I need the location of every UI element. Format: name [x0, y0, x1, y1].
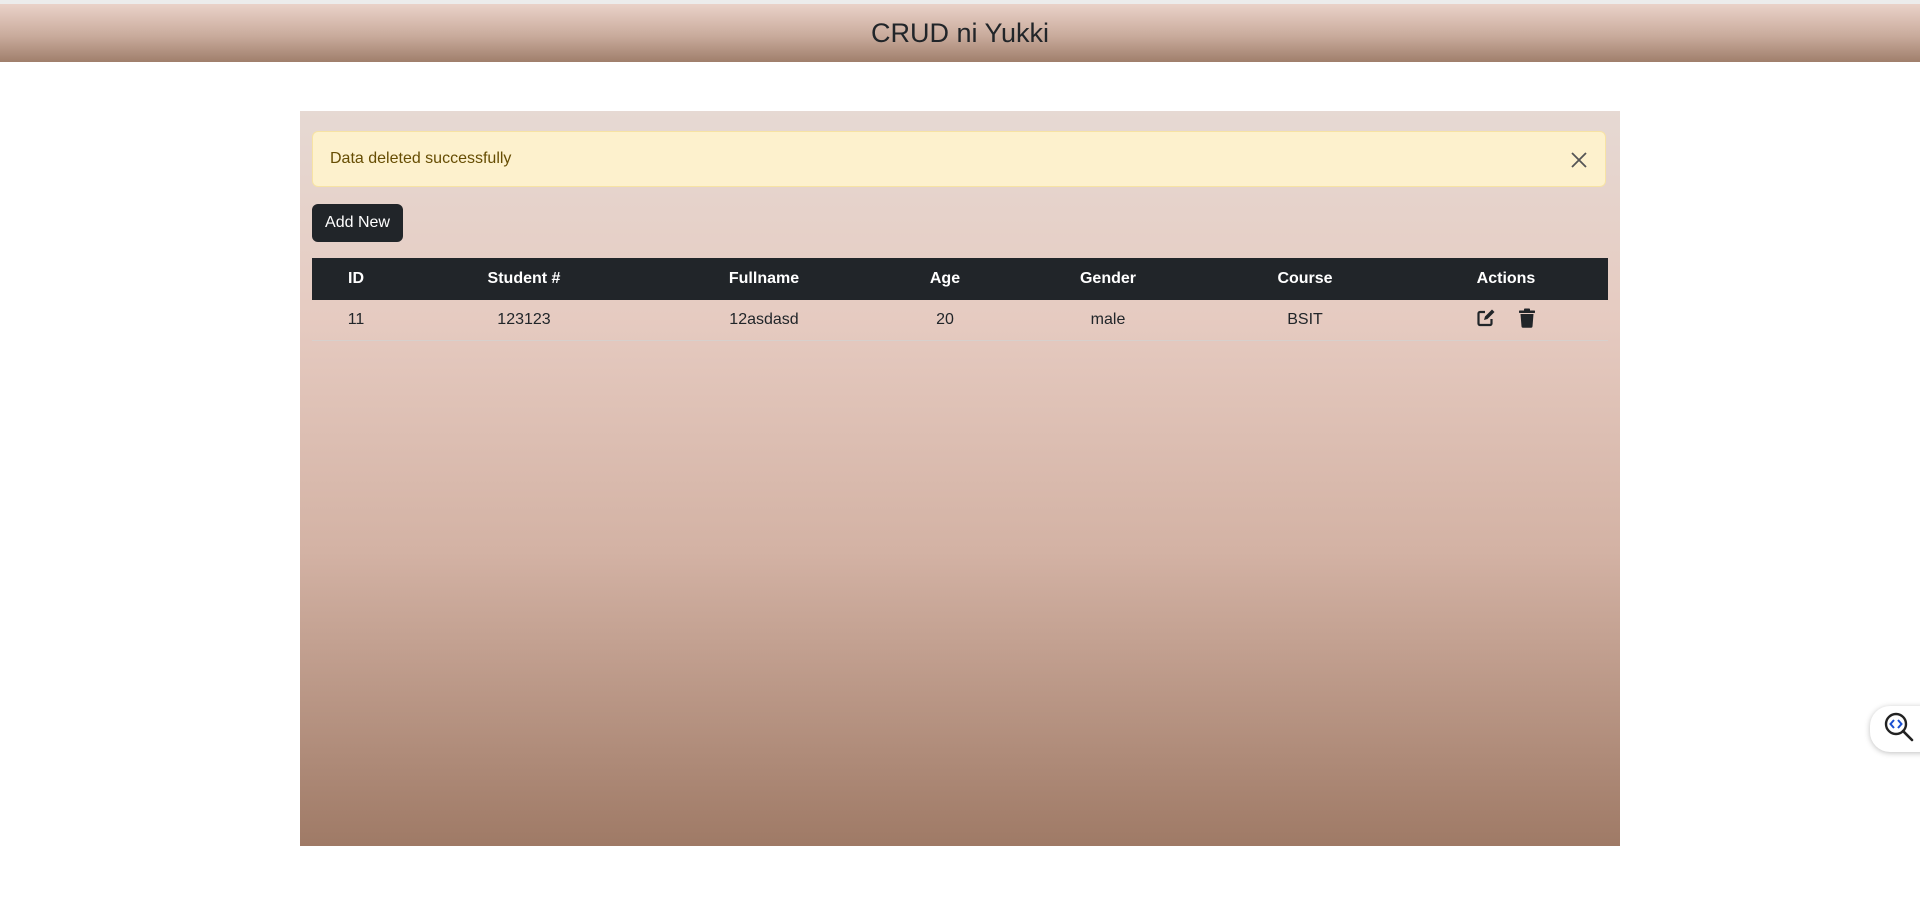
- cell-fullname: 12asdasd: [648, 300, 880, 341]
- code-search-icon: [1882, 710, 1916, 749]
- cell-age: 20: [880, 300, 1010, 341]
- floating-inspector-widget[interactable]: [1870, 706, 1920, 752]
- table-header-row: ID Student # Fullname Age Gender Course …: [312, 258, 1608, 300]
- table-row: 11 123123 12asdasd 20 male BSIT: [312, 300, 1608, 341]
- column-header-id: ID: [312, 258, 400, 300]
- success-alert: Data deleted successfully: [312, 131, 1606, 187]
- cell-gender: male: [1010, 300, 1206, 341]
- add-new-button[interactable]: Add New: [312, 204, 403, 242]
- cell-student-no: 123123: [400, 300, 648, 341]
- page-title: CRUD ni Yukki: [870, 17, 1050, 48]
- column-header-age: Age: [880, 258, 1010, 300]
- column-header-course: Course: [1206, 258, 1404, 300]
- cell-actions: [1404, 300, 1608, 341]
- edit-icon[interactable]: [1476, 308, 1496, 333]
- page-header: CRUD ni Yukki: [0, 4, 1920, 62]
- cell-id: 11: [312, 300, 400, 341]
- main-container: Data deleted successfully Add New ID Stu…: [300, 111, 1620, 846]
- students-table: ID Student # Fullname Age Gender Course …: [312, 258, 1608, 341]
- column-header-gender: Gender: [1010, 258, 1206, 300]
- column-header-student-no: Student #: [400, 258, 648, 300]
- cell-course: BSIT: [1206, 300, 1404, 341]
- close-icon[interactable]: [1569, 150, 1589, 170]
- trash-icon[interactable]: [1518, 308, 1536, 333]
- column-header-fullname: Fullname: [648, 258, 880, 300]
- column-header-actions: Actions: [1404, 258, 1608, 300]
- alert-message: Data deleted successfully: [330, 150, 512, 167]
